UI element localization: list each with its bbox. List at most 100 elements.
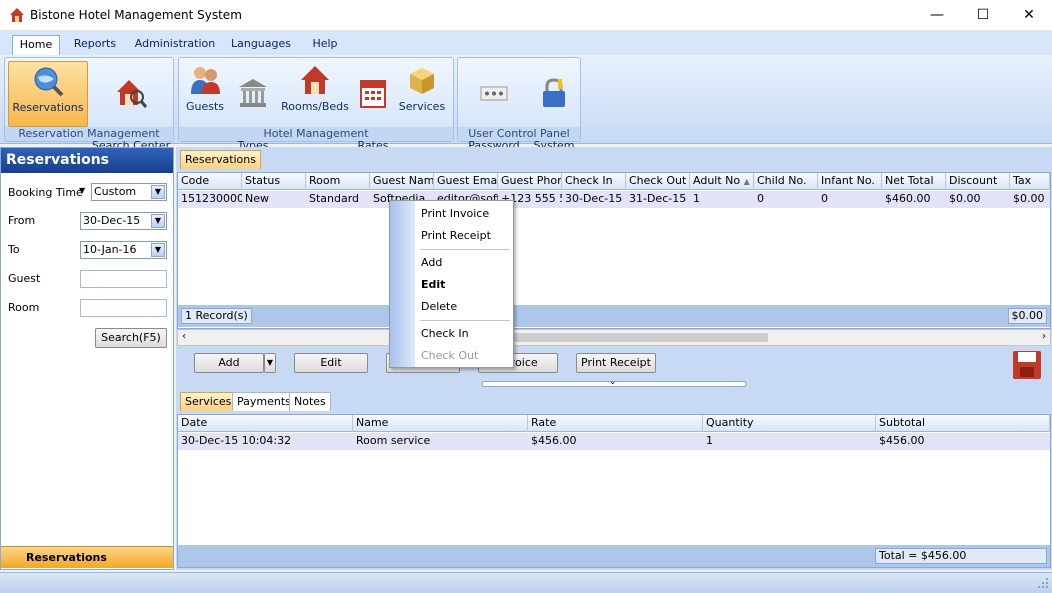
services-grid: Date Name Rate Quantity Subtotal 30-Dec-… xyxy=(177,414,1051,568)
chevron-down-icon[interactable]: ▼ xyxy=(151,185,165,199)
horizontal-scrollbar[interactable]: ‹ › xyxy=(177,329,1051,346)
ribbon-group-label: Hotel Management xyxy=(179,127,453,141)
menu-item-delete[interactable]: Delete xyxy=(421,298,457,316)
column-header[interactable]: Code xyxy=(178,173,242,190)
column-header[interactable]: Guest Name xyxy=(370,173,434,190)
table-cell: $460.00 xyxy=(885,192,931,205)
column-header[interactable]: Guest Phone xyxy=(498,173,562,190)
ribbon: Reservations Room/Bed Search Center Rese… xyxy=(0,55,1052,152)
table-cell: $456.00 xyxy=(879,434,925,447)
resize-grip-icon[interactable] xyxy=(1037,577,1049,589)
tab-languages[interactable]: Languages xyxy=(226,35,296,55)
to-date-picker[interactable]: 10-Jan-16 ▼ xyxy=(80,241,167,259)
to-date-value: 10-Jan-16 xyxy=(83,243,137,256)
services-label: Services xyxy=(398,100,446,113)
password-icon xyxy=(480,86,508,101)
record-count: 1 Record(s) xyxy=(181,308,252,324)
tab-home[interactable]: Home xyxy=(12,35,60,55)
tab-notes[interactable]: Notes xyxy=(289,392,331,411)
tab-help[interactable]: Help xyxy=(304,35,346,55)
menu-item-print-invoice[interactable]: Print Invoice xyxy=(421,205,489,223)
menu-item-edit[interactable]: Edit xyxy=(421,276,445,294)
chevron-down-icon[interactable]: ▼ xyxy=(151,243,165,257)
menu-item-check-out[interactable]: Check Out xyxy=(421,347,478,365)
room-input[interactable] xyxy=(80,299,167,317)
column-header[interactable]: Net Total xyxy=(882,173,946,190)
column-header[interactable]: Check In xyxy=(562,173,626,190)
scroll-right-icon[interactable]: › xyxy=(1042,331,1046,342)
room-label: Room xyxy=(8,301,40,314)
reservations-nav-footer[interactable]: Reservations xyxy=(1,546,173,568)
column-header[interactable]: Rate xyxy=(528,415,703,432)
column-header[interactable]: Discount xyxy=(946,173,1010,190)
lock-system-button[interactable]: Lock System xyxy=(530,61,578,152)
add-button[interactable]: Add xyxy=(194,353,264,373)
menu-item-check-in[interactable]: Check In xyxy=(421,325,469,343)
table-cell: 0 xyxy=(821,192,828,205)
edit-button[interactable]: Edit xyxy=(294,353,368,373)
reservations-grid-footer: 1 Record(s) $0.00 xyxy=(178,305,1050,327)
column-header[interactable]: Check Out xyxy=(626,173,690,190)
add-dropdown-icon[interactable]: ▼ xyxy=(264,353,276,373)
table-cell: $456.00 xyxy=(531,434,577,447)
booking-time-arrow-icon[interactable]: ▼ xyxy=(79,186,85,195)
column-header[interactable]: Guest Email xyxy=(434,173,498,190)
from-date-picker[interactable]: 30-Dec-15 ▼ xyxy=(80,212,167,230)
column-header[interactable]: Status xyxy=(242,173,306,190)
booking-time-label: Booking Time xyxy=(8,186,83,199)
services-button[interactable]: Services xyxy=(397,61,447,127)
table-cell: 30-Dec-15 10:04:32 xyxy=(181,434,292,447)
close-button[interactable]: ✕ xyxy=(1006,0,1052,31)
column-header[interactable]: Child No. xyxy=(754,173,818,190)
column-header[interactable]: Name xyxy=(353,415,528,432)
tab-reports[interactable]: Reports xyxy=(66,35,124,55)
maximize-button[interactable]: ☐ xyxy=(960,0,1006,31)
booking-time-select[interactable]: Custom ▼ xyxy=(91,183,167,201)
column-header[interactable]: Quantity xyxy=(703,415,876,432)
menu-item-add[interactable]: Add xyxy=(421,254,442,272)
table-row[interactable]: 1512300000 New Standard Softpedia editor… xyxy=(178,191,1050,208)
table-cell: $0.00 xyxy=(1013,192,1045,205)
menu-separator xyxy=(420,320,510,321)
table-cell: Standard xyxy=(309,192,360,205)
tab-reservations[interactable]: Reservations xyxy=(180,150,261,169)
reservations-button-label: Reservations xyxy=(12,101,84,114)
table-row[interactable]: 30-Dec-15 10:04:32 Room service $456.00 … xyxy=(178,433,1050,450)
table-cell: New xyxy=(245,192,269,205)
ribbon-group-reservation-management: Reservations Room/Bed Search Center Rese… xyxy=(4,57,174,152)
column-header[interactable]: Adult No ▲ xyxy=(690,173,754,190)
tab-services[interactable]: Services xyxy=(180,392,237,411)
reservations-button[interactable]: Reservations xyxy=(8,61,88,127)
rooms-beds-button[interactable]: Rooms/Beds xyxy=(279,61,351,127)
scroll-left-icon[interactable]: ‹ xyxy=(182,331,186,342)
save-icon[interactable] xyxy=(1012,350,1042,380)
guest-label: Guest xyxy=(8,272,41,285)
services-grid-footer: Total = $456.00 xyxy=(178,545,1050,567)
from-date-value: 30-Dec-15 xyxy=(83,214,141,227)
column-header[interactable]: Subtotal xyxy=(876,415,1050,432)
room-rates-button[interactable]: Room Rates xyxy=(353,61,393,152)
chevron-down-icon[interactable]: ▼ xyxy=(151,214,165,228)
room-types-button[interactable]: Room Types xyxy=(231,61,275,152)
room-bed-search-center-button[interactable]: Room/Bed Search Center xyxy=(91,61,171,152)
tab-payments[interactable]: Payments xyxy=(232,392,296,411)
calendar-icon xyxy=(360,80,386,108)
from-label: From xyxy=(8,214,36,227)
column-header[interactable]: Infant No. xyxy=(818,173,882,190)
column-header[interactable]: Room xyxy=(306,173,370,190)
change-password-button[interactable]: Change My Password xyxy=(461,61,527,152)
splitter-handle[interactable]: ⌄ xyxy=(482,377,746,387)
guests-button[interactable]: Guests xyxy=(183,61,227,127)
search-button[interactable]: Search(F5) xyxy=(95,328,167,348)
minimize-button[interactable]: — xyxy=(914,0,960,31)
guest-input[interactable] xyxy=(80,270,167,288)
house-icon xyxy=(301,66,329,94)
column-header[interactable]: Date xyxy=(178,415,353,432)
menu-item-print-receipt[interactable]: Print Receipt xyxy=(421,227,491,245)
booking-time-value: Custom xyxy=(94,185,137,198)
table-cell: Room service xyxy=(356,434,431,447)
column-header[interactable]: Tax xyxy=(1010,173,1050,190)
filter-panel-title: Reservations xyxy=(1,148,173,173)
tab-administration[interactable]: Administration xyxy=(132,35,218,55)
print-receipt-button[interactable]: Print Receipt xyxy=(576,353,656,373)
